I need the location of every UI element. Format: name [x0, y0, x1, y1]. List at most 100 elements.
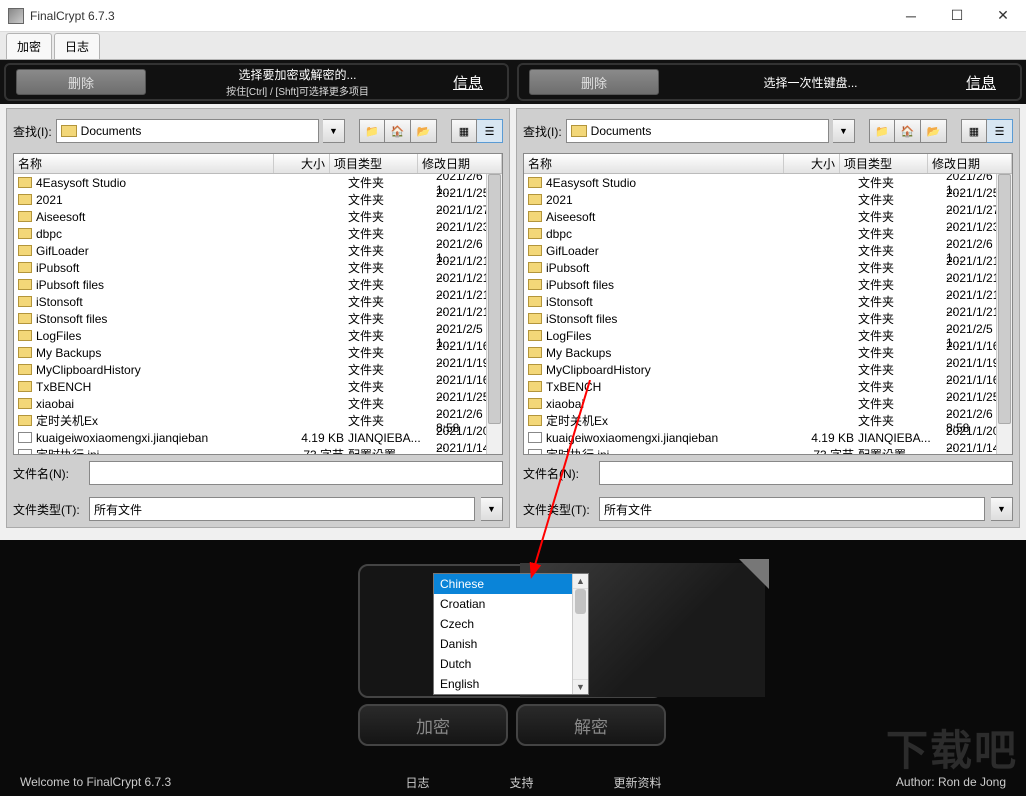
table-row[interactable]: iPubsoft 文件夹 2021/1/21 ... [14, 259, 502, 276]
file-type: 文件夹 [858, 259, 946, 276]
col-size[interactable]: 大小 [274, 154, 330, 173]
table-row[interactable]: 定时关机Ex 文件夹 2021/2/6 8:58 [524, 412, 1012, 429]
table-row[interactable]: MyClipboardHistory 文件夹 2021/1/19 ... [524, 361, 1012, 378]
scroll-thumb[interactable] [998, 174, 1011, 424]
close-button[interactable]: ✕ [980, 0, 1026, 32]
filetype-combo-left[interactable]: 所有文件 [89, 497, 475, 521]
grid-view-icon[interactable]: ▦ [451, 119, 477, 143]
file-name: MyClipboardHistory [36, 363, 292, 377]
delete-button-right[interactable]: 删除 [529, 69, 659, 95]
filetype-dropdown-arrow[interactable]: ▼ [991, 497, 1013, 521]
home-icon[interactable]: 🏠 [385, 119, 411, 143]
scroll-down-icon[interactable]: ▼ [573, 679, 588, 694]
table-row[interactable]: iStonsoft 文件夹 2021/1/21 ... [14, 293, 502, 310]
list-view-icon[interactable]: ☰ [987, 119, 1013, 143]
col-size[interactable]: 大小 [784, 154, 840, 173]
table-row[interactable]: xiaobai 文件夹 2021/1/25 ... [524, 395, 1012, 412]
table-row[interactable]: Aiseesoft 文件夹 2021/1/27 ... [524, 208, 1012, 225]
folder-icon [18, 330, 32, 341]
language-option[interactable]: Chinese [434, 574, 588, 594]
scroll-thumb[interactable] [488, 174, 501, 424]
status-bar: Welcome to FinalCrypt 6.7.3 日志 支持 更新资料 A… [0, 768, 1026, 796]
col-date[interactable]: 修改日期 [418, 154, 502, 173]
file-scrollbar[interactable] [486, 174, 502, 454]
minimize-button[interactable]: ─ [888, 0, 934, 32]
maximize-button[interactable]: ☐ [934, 0, 980, 32]
table-row[interactable]: 2021 文件夹 2021/1/25 ... [14, 191, 502, 208]
file-type: 文件夹 [348, 174, 436, 191]
home-icon[interactable]: 🏠 [895, 119, 921, 143]
table-row[interactable]: My Backups 文件夹 2021/1/16 ... [524, 344, 1012, 361]
col-type[interactable]: 项目类型 [840, 154, 928, 173]
up-folder-icon[interactable]: 📁 [359, 119, 385, 143]
language-option[interactable]: Dutch [434, 654, 588, 674]
table-row[interactable]: 定时关机Ex 文件夹 2021/2/6 8:58 [14, 412, 502, 429]
table-row[interactable]: LogFiles 文件夹 2021/2/5 1... [14, 327, 502, 344]
table-row[interactable]: LogFiles 文件夹 2021/2/5 1... [524, 327, 1012, 344]
filename-input-right[interactable] [599, 461, 1013, 485]
delete-button-left[interactable]: 删除 [16, 69, 146, 95]
status-log[interactable]: 日志 [406, 774, 430, 791]
language-scrollbar[interactable]: ▲ ▼ [572, 574, 588, 694]
info-link-left[interactable]: 信息 [439, 72, 497, 93]
folder-icon [528, 330, 542, 341]
file-icon [18, 432, 32, 443]
col-type[interactable]: 项目类型 [330, 154, 418, 173]
table-row[interactable]: iStonsoft 文件夹 2021/1/21 ... [524, 293, 1012, 310]
language-dropdown[interactable]: ChineseCroatianCzechDanishDutchEnglish ▲… [433, 573, 589, 695]
file-scrollbar[interactable] [996, 174, 1012, 454]
table-row[interactable]: kuaigeiwoxiaomengxi.jianqieban 4.19 KB J… [524, 429, 1012, 446]
decrypt-button[interactable]: 解密 [516, 704, 666, 746]
table-row[interactable]: iPubsoft 文件夹 2021/1/21 ... [524, 259, 1012, 276]
new-folder-icon[interactable]: 📂 [921, 119, 947, 143]
language-option[interactable]: English [434, 674, 588, 694]
path-combo-right[interactable]: Documents [566, 119, 829, 143]
col-date[interactable]: 修改日期 [928, 154, 1012, 173]
table-row[interactable]: MyClipboardHistory 文件夹 2021/1/19 ... [14, 361, 502, 378]
scroll-up-icon[interactable]: ▲ [573, 574, 588, 589]
table-row[interactable]: 定时执行.ini 73 字节 配置设置 2021/1/14 ... [14, 446, 502, 454]
tab-log[interactable]: 日志 [54, 33, 100, 59]
language-option[interactable]: Danish [434, 634, 588, 654]
table-row[interactable]: xiaobai 文件夹 2021/1/25 ... [14, 395, 502, 412]
table-row[interactable]: dbpc 文件夹 2021/1/23 ... [14, 225, 502, 242]
folder-icon [528, 364, 542, 375]
table-row[interactable]: Aiseesoft 文件夹 2021/1/27 ... [14, 208, 502, 225]
table-row[interactable]: TxBENCH 文件夹 2021/1/16 ... [524, 378, 1012, 395]
encrypt-button[interactable]: 加密 [358, 704, 508, 746]
info-link-right[interactable]: 信息 [952, 72, 1010, 93]
table-row[interactable]: 4Easysoft Studio 文件夹 2021/2/6 1... [524, 174, 1012, 191]
list-view-icon[interactable]: ☰ [477, 119, 503, 143]
scroll-thumb[interactable] [575, 589, 586, 614]
new-folder-icon[interactable]: 📂 [411, 119, 437, 143]
path-dropdown-arrow[interactable]: ▼ [833, 119, 855, 143]
table-row[interactable]: 2021 文件夹 2021/1/25 ... [524, 191, 1012, 208]
table-row[interactable]: dbpc 文件夹 2021/1/23 ... [524, 225, 1012, 242]
col-name[interactable]: 名称 [14, 154, 274, 173]
table-row[interactable]: iPubsoft files 文件夹 2021/1/21 ... [524, 276, 1012, 293]
language-option[interactable]: Croatian [434, 594, 588, 614]
table-row[interactable]: kuaigeiwoxiaomengxi.jianqieban 4.19 KB J… [14, 429, 502, 446]
table-row[interactable]: GifLoader 文件夹 2021/2/6 1... [14, 242, 502, 259]
table-row[interactable]: TxBENCH 文件夹 2021/1/16 ... [14, 378, 502, 395]
table-row[interactable]: iStonsoft files 文件夹 2021/1/21 ... [14, 310, 502, 327]
table-row[interactable]: iStonsoft files 文件夹 2021/1/21 ... [524, 310, 1012, 327]
table-row[interactable]: iPubsoft files 文件夹 2021/1/21 ... [14, 276, 502, 293]
status-support[interactable]: 支持 [510, 774, 534, 791]
filetype-combo-right[interactable]: 所有文件 [599, 497, 985, 521]
language-option[interactable]: Czech [434, 614, 588, 634]
tab-encrypt[interactable]: 加密 [6, 33, 52, 59]
grid-view-icon[interactable]: ▦ [961, 119, 987, 143]
col-name[interactable]: 名称 [524, 154, 784, 173]
table-row[interactable]: GifLoader 文件夹 2021/2/6 1... [524, 242, 1012, 259]
table-row[interactable]: 4Easysoft Studio 文件夹 2021/2/6 1... [14, 174, 502, 191]
file-type: JIANQIEBA... [348, 431, 436, 445]
table-row[interactable]: My Backups 文件夹 2021/1/16 ... [14, 344, 502, 361]
path-dropdown-arrow[interactable]: ▼ [323, 119, 345, 143]
filetype-dropdown-arrow[interactable]: ▼ [481, 497, 503, 521]
up-folder-icon[interactable]: 📁 [869, 119, 895, 143]
table-row[interactable]: 定时执行.ini 73 字节 配置设置 2021/1/14 ... [524, 446, 1012, 454]
filename-input-left[interactable] [89, 461, 503, 485]
path-combo-left[interactable]: Documents [56, 119, 319, 143]
status-update[interactable]: 更新资料 [614, 774, 662, 791]
